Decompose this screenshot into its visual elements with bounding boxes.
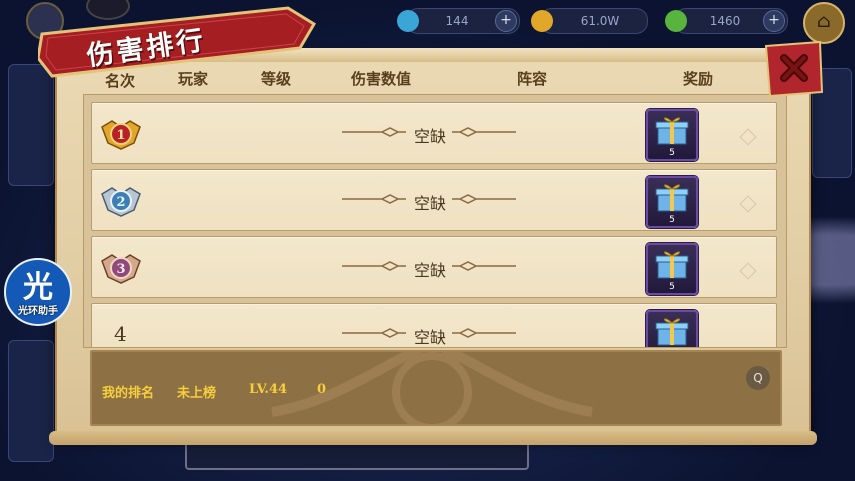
gem-count: 144	[445, 14, 469, 28]
my-rank-value: 未上榜	[177, 386, 217, 401]
reward-gift-box[interactable]: 5	[646, 243, 698, 295]
column-header-damage: 伤害数值	[351, 70, 412, 88]
rank-3-bronze-badge: 3	[101, 254, 141, 284]
reward-count: 5	[669, 215, 675, 225]
column-header-reward: 奖励	[683, 70, 714, 88]
leaf-count: 1460	[709, 14, 741, 28]
reward-gift-box[interactable]: 5	[646, 310, 698, 347]
vacant-label: 空缺	[414, 127, 447, 146]
floating-helper-button[interactable]: 光 光环助手	[4, 258, 72, 326]
gift-box-icon	[655, 251, 689, 279]
close-button[interactable]	[760, 40, 826, 98]
gift-box-icon	[655, 184, 689, 212]
vacant-label: 空缺	[414, 261, 447, 280]
gift-box-icon	[655, 117, 689, 145]
resource-bar-gold: 61.0W	[531, 8, 648, 34]
gift-box-icon	[655, 318, 689, 346]
home-icon: ⌂	[817, 11, 831, 32]
rank-number: 4	[114, 322, 127, 346]
ranking-row: 1 空缺 5	[91, 102, 777, 164]
reward-gift-box[interactable]: 5	[646, 176, 698, 228]
helper-logo-char: 光	[23, 270, 53, 305]
my-level: LV.44	[249, 382, 288, 397]
gold-coin-icon	[531, 10, 553, 32]
gold-count: 61.0W	[580, 14, 620, 28]
reward-count: 5	[669, 282, 675, 292]
reward-gift-box[interactable]: 5	[646, 109, 698, 161]
rank-2-silver-badge: 2	[101, 187, 141, 217]
divider-ornament-right	[452, 127, 516, 137]
ranking-row: 3 空缺 5	[91, 236, 777, 298]
my-damage: 0	[317, 382, 327, 397]
divider-ornament-right	[452, 194, 516, 204]
divider-ornament-right	[452, 261, 516, 271]
rank-1-gold-badge: 1	[101, 120, 141, 150]
background-side-panel-left-lower	[8, 340, 54, 462]
divider-ornament-left	[342, 194, 406, 204]
ranking-row: 2 空缺 5	[91, 169, 777, 231]
divider-ornament-right	[452, 328, 516, 338]
divider-ornament-left	[342, 261, 406, 271]
ranking-list[interactable]: 1 空缺 5 2 空缺 5 3 空缺 5 4 空缺	[83, 94, 787, 348]
leaf-icon	[665, 10, 687, 32]
row-ornament	[739, 128, 757, 146]
my-rank-label: 我的排名	[102, 386, 155, 401]
empty-slot: 空缺	[342, 121, 522, 146]
add-gems-button[interactable]: +	[495, 10, 517, 32]
svg-text:3: 3	[116, 262, 125, 277]
resource-bar-gems: 144 +	[397, 8, 520, 34]
svg-text:2: 2	[116, 195, 125, 210]
query-button[interactable]: Q	[746, 366, 770, 390]
vacant-label: 空缺	[414, 194, 447, 213]
empty-slot: 空缺	[342, 322, 522, 347]
column-header-lineup: 阵容	[517, 70, 548, 88]
reward-count: 5	[669, 148, 675, 158]
empty-slot: 空缺	[342, 188, 522, 213]
helper-name: 光环助手	[18, 306, 58, 317]
row-ornament	[739, 262, 757, 280]
my-rank-panel: 我的排名 未上榜 LV.44 0 Q	[90, 350, 782, 426]
svg-text:1: 1	[116, 128, 125, 143]
gem-icon	[397, 10, 419, 32]
row-ornament	[739, 195, 757, 213]
divider-ornament-left	[342, 328, 406, 338]
home-button[interactable]: ⌂	[803, 2, 845, 44]
background-side-panel-left	[8, 64, 54, 186]
divider-ornament-left	[342, 127, 406, 137]
add-leaf-button[interactable]: +	[763, 10, 785, 32]
query-label: Q	[753, 371, 763, 385]
resource-bar-leaf: 1460 +	[665, 8, 788, 34]
empty-slot: 空缺	[342, 255, 522, 280]
vacant-label: 空缺	[414, 328, 447, 347]
ranking-row: 4 空缺 5	[91, 303, 777, 347]
